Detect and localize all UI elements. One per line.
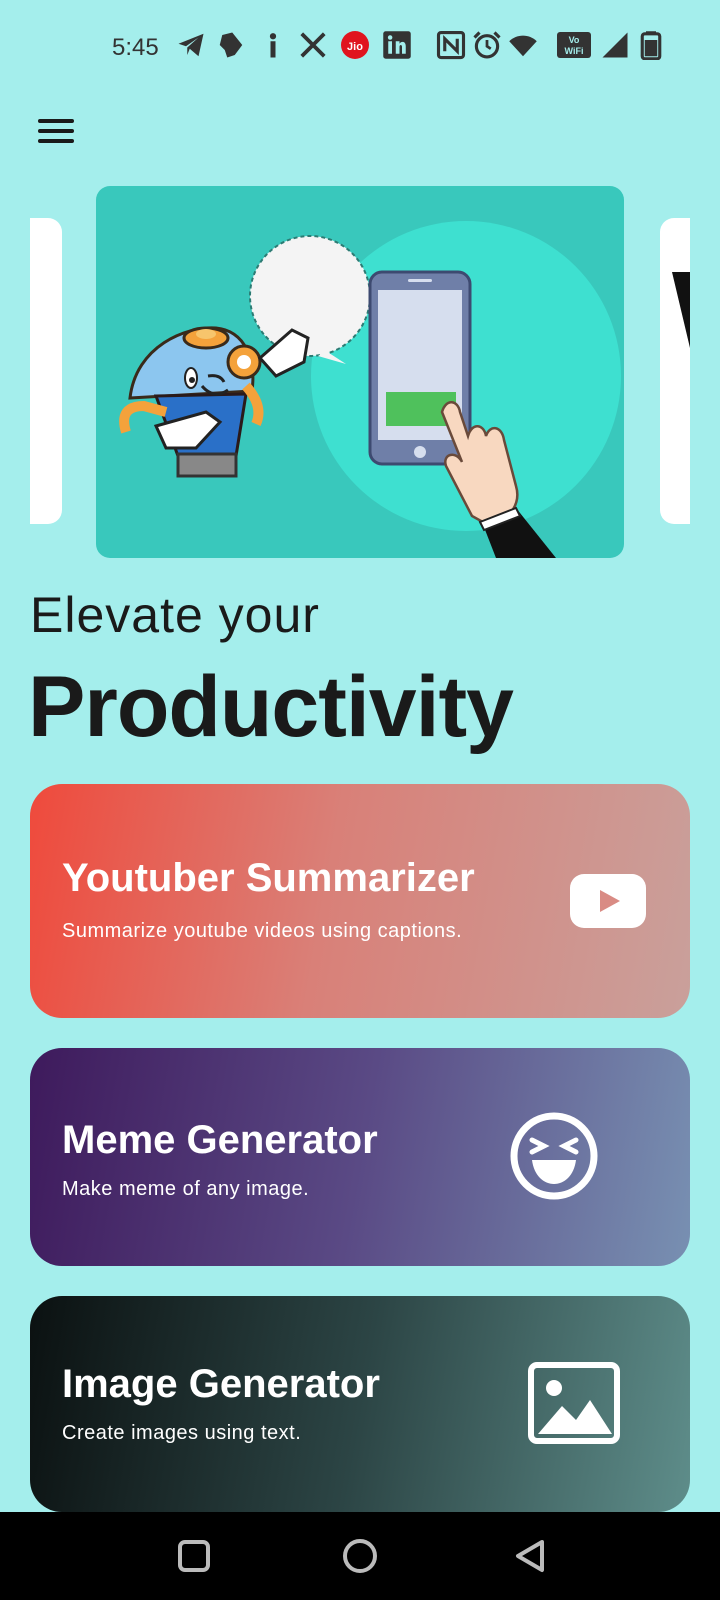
youtube-play-icon (570, 874, 646, 928)
vowifi-icon: Vo WiFi (556, 30, 592, 60)
back-icon[interactable] (508, 1534, 552, 1578)
jio-icon: Jio (340, 30, 370, 60)
status-bar: 5:45 Jio Vo WiFi (0, 0, 720, 96)
svg-text:WiFi: WiFi (565, 46, 584, 56)
card-title: Meme Generator (62, 1118, 378, 1162)
hero-subheading: Elevate your (30, 587, 320, 643)
hero-heading: Productivity (28, 659, 514, 755)
nfc-icon (436, 30, 466, 60)
battery-icon (636, 30, 666, 60)
hamburger-menu-icon[interactable] (34, 114, 78, 150)
card-subtitle: Create images using text. (62, 1422, 302, 1444)
wifi-icon (508, 30, 538, 60)
robot-mascot (119, 326, 310, 478)
card-title: Image Generator (62, 1362, 380, 1406)
carousel-slide-next[interactable] (660, 218, 690, 524)
card-title: Youtuber Summarizer (62, 856, 475, 900)
linkedin-icon (382, 30, 412, 60)
svg-text:Vo: Vo (569, 35, 580, 45)
image-icon (528, 1362, 620, 1444)
telegram-icon (176, 30, 206, 60)
card-subtitle: Summarize youtube videos using captions. (62, 920, 463, 942)
x-icon (298, 30, 328, 60)
banner-carousel[interactable] (0, 186, 720, 560)
recent-apps-icon[interactable] (172, 1534, 216, 1578)
alarm-icon (472, 30, 502, 60)
carousel-slide-previous[interactable] (30, 218, 62, 524)
laughing-face-icon (508, 1110, 600, 1202)
carousel-slide-current[interactable] (96, 186, 624, 558)
meme-generator-card[interactable]: Meme Generator Make meme of any image. (30, 1048, 690, 1266)
home-icon[interactable] (338, 1534, 382, 1578)
notification-bubble-icon (216, 30, 246, 60)
banner-illustration (119, 221, 621, 558)
card-subtitle: Make meme of any image. (62, 1178, 310, 1200)
signal-icon (600, 30, 630, 60)
youtube-summarizer-card[interactable]: Youtuber Summarizer Summarize youtube vi… (30, 784, 690, 1018)
status-time: 5:45 (112, 34, 159, 61)
image-generator-card[interactable]: Image Generator Create images using text… (30, 1296, 690, 1512)
info-icon (258, 30, 288, 60)
system-nav-bar (0, 1512, 720, 1600)
jio-label: Jio (347, 41, 363, 53)
